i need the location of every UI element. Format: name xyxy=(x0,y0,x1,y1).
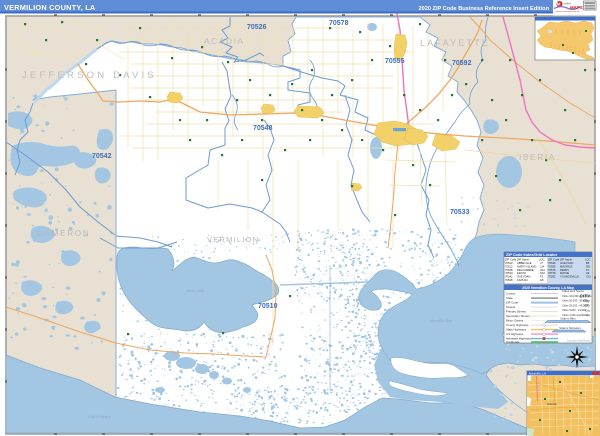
svg-text:Cities 1,000 and Below: Cities 1,000 and Below xyxy=(562,313,589,317)
svg-text:ZIP Name: ZIP Name xyxy=(560,258,573,262)
svg-text:70510: 70510 xyxy=(258,303,278,310)
svg-text:VERMILION COUNTY, LA: VERMILION COUNTY, LA xyxy=(4,3,96,12)
svg-text:RAYNE: RAYNE xyxy=(560,271,569,275)
svg-text:70526: 70526 xyxy=(247,24,267,31)
svg-text:70542: 70542 xyxy=(505,275,513,279)
svg-text:H12: H12 xyxy=(540,268,545,272)
svg-text:ACADIA: ACADIA xyxy=(204,36,245,46)
svg-text:YOUNGSVILLE: YOUNGSVILLE xyxy=(560,275,579,279)
svg-text:M: M xyxy=(557,2,561,7)
svg-text:LAFAYETTE: LAFAYETTE xyxy=(420,38,490,48)
svg-text:Streets: Streets xyxy=(506,305,516,309)
svg-text:VERMILION: VERMILION xyxy=(207,235,259,244)
svg-text:B5: B5 xyxy=(586,261,590,265)
svg-text:G5: G5 xyxy=(540,278,544,282)
svg-text:Cities 5,000 - 24,999: Cities 5,000 - 24,999 xyxy=(562,308,586,312)
svg-text:State: State xyxy=(506,296,513,300)
svg-text:ZIP Code: ZIP Code xyxy=(506,301,519,305)
svg-text:ZIP Code: ZIP Code xyxy=(548,258,560,262)
svg-text:ZIP Code: ZIP Code xyxy=(505,258,517,262)
svg-text:County Highways: County Highways xyxy=(506,323,529,327)
svg-text:CAMERON: CAMERON xyxy=(37,229,91,238)
svg-text:LOC: LOC xyxy=(539,258,545,262)
svg-text:MAURICE: MAURICE xyxy=(560,264,573,268)
svg-text:H10: H10 xyxy=(540,271,545,275)
svg-text:ZIP Name: ZIP Name xyxy=(517,258,530,262)
svg-text:J14: J14 xyxy=(540,264,545,268)
svg-text:2020 ZIP Code Business Referen: 2020 ZIP Code Business Reference Insert … xyxy=(419,6,550,12)
svg-text:70592: 70592 xyxy=(548,275,556,279)
svg-text:Toll Roads: Toll Roads xyxy=(506,340,520,344)
svg-text:J7: J7 xyxy=(540,261,543,265)
svg-text:Secondary Streets: Secondary Streets xyxy=(506,314,530,318)
svg-text:MAPS: MAPS xyxy=(570,5,583,10)
svg-text:F3: F3 xyxy=(540,275,544,279)
svg-text:Abbeville, LA: Abbeville, LA xyxy=(529,372,547,376)
svg-text:White Lake: White Lake xyxy=(186,289,204,293)
svg-text:JEFFERSON DAVIS: JEFFERSON DAVIS xyxy=(22,70,157,81)
svg-text:a division of the map store in: a division of the map store inc xyxy=(555,10,580,13)
svg-text:AVERY ISLAND: AVERY ISLAND xyxy=(517,264,536,268)
svg-text:LOC: LOC xyxy=(585,258,591,262)
svg-text:State Highways: State Highways xyxy=(506,328,527,332)
svg-text:70533: 70533 xyxy=(505,271,513,275)
svg-text:Minor Streets: Minor Streets xyxy=(506,319,524,323)
svg-text:ERATH: ERATH xyxy=(517,271,526,275)
svg-text:Abbeville: Abbeville xyxy=(547,403,557,406)
svg-text:Primary Streets: Primary Streets xyxy=(506,310,526,314)
svg-text:A9: A9 xyxy=(586,271,590,275)
svg-text:KAPLAN: KAPLAN xyxy=(517,278,528,282)
svg-text:70528: 70528 xyxy=(505,268,513,272)
svg-text:DELCAMBRE: DELCAMBRE xyxy=(517,268,534,272)
svg-text:70533: 70533 xyxy=(450,209,470,216)
svg-text:Vermilion Bay: Vermilion Bay xyxy=(430,319,452,323)
svg-text:70542: 70542 xyxy=(92,153,112,160)
svg-text:IBERIA: IBERIA xyxy=(519,152,556,162)
svg-text:70578: 70578 xyxy=(548,271,556,275)
svg-text:Scale in Miles: Scale in Miles xyxy=(560,318,576,321)
svg-text:City: City xyxy=(583,298,591,303)
svg-text:Scale in Kilometers: Scale in Kilometers xyxy=(559,327,581,330)
svg-text:70546: 70546 xyxy=(548,261,556,265)
svg-text:City: City xyxy=(585,308,590,312)
svg-text:ZIP Code Index/Grid Locator: ZIP Code Index/Grid Locator xyxy=(506,253,558,257)
svg-text:70555: 70555 xyxy=(548,264,556,268)
svg-text:70578: 70578 xyxy=(329,20,349,27)
svg-text:County: County xyxy=(506,292,516,296)
svg-text:GUEYDAN: GUEYDAN xyxy=(560,261,573,265)
svg-text:Gulf of Mexico: Gulf of Mexico xyxy=(88,415,111,419)
svg-text:70575: 70575 xyxy=(548,268,556,272)
svg-text:Copyright MapSherpa: Copyright MapSherpa xyxy=(567,340,591,343)
svg-text:PERRY: PERRY xyxy=(560,268,569,272)
svg-text:70513: 70513 xyxy=(505,264,513,268)
svg-text:GUEYDAN: GUEYDAN xyxy=(517,275,530,279)
svg-text:D8: D8 xyxy=(586,264,590,268)
svg-text:70510: 70510 xyxy=(505,261,513,265)
svg-text:70548: 70548 xyxy=(253,125,273,132)
svg-text:C11: C11 xyxy=(586,275,591,279)
svg-text:70592: 70592 xyxy=(452,60,472,67)
svg-text:K7: K7 xyxy=(586,268,590,272)
svg-text:70548: 70548 xyxy=(505,278,513,282)
svg-text:70555: 70555 xyxy=(385,58,405,65)
svg-text:ABBEVILLE: ABBEVILLE xyxy=(517,261,532,265)
svg-text:City: City xyxy=(584,304,590,308)
svg-text:US Highways: US Highways xyxy=(506,332,524,336)
